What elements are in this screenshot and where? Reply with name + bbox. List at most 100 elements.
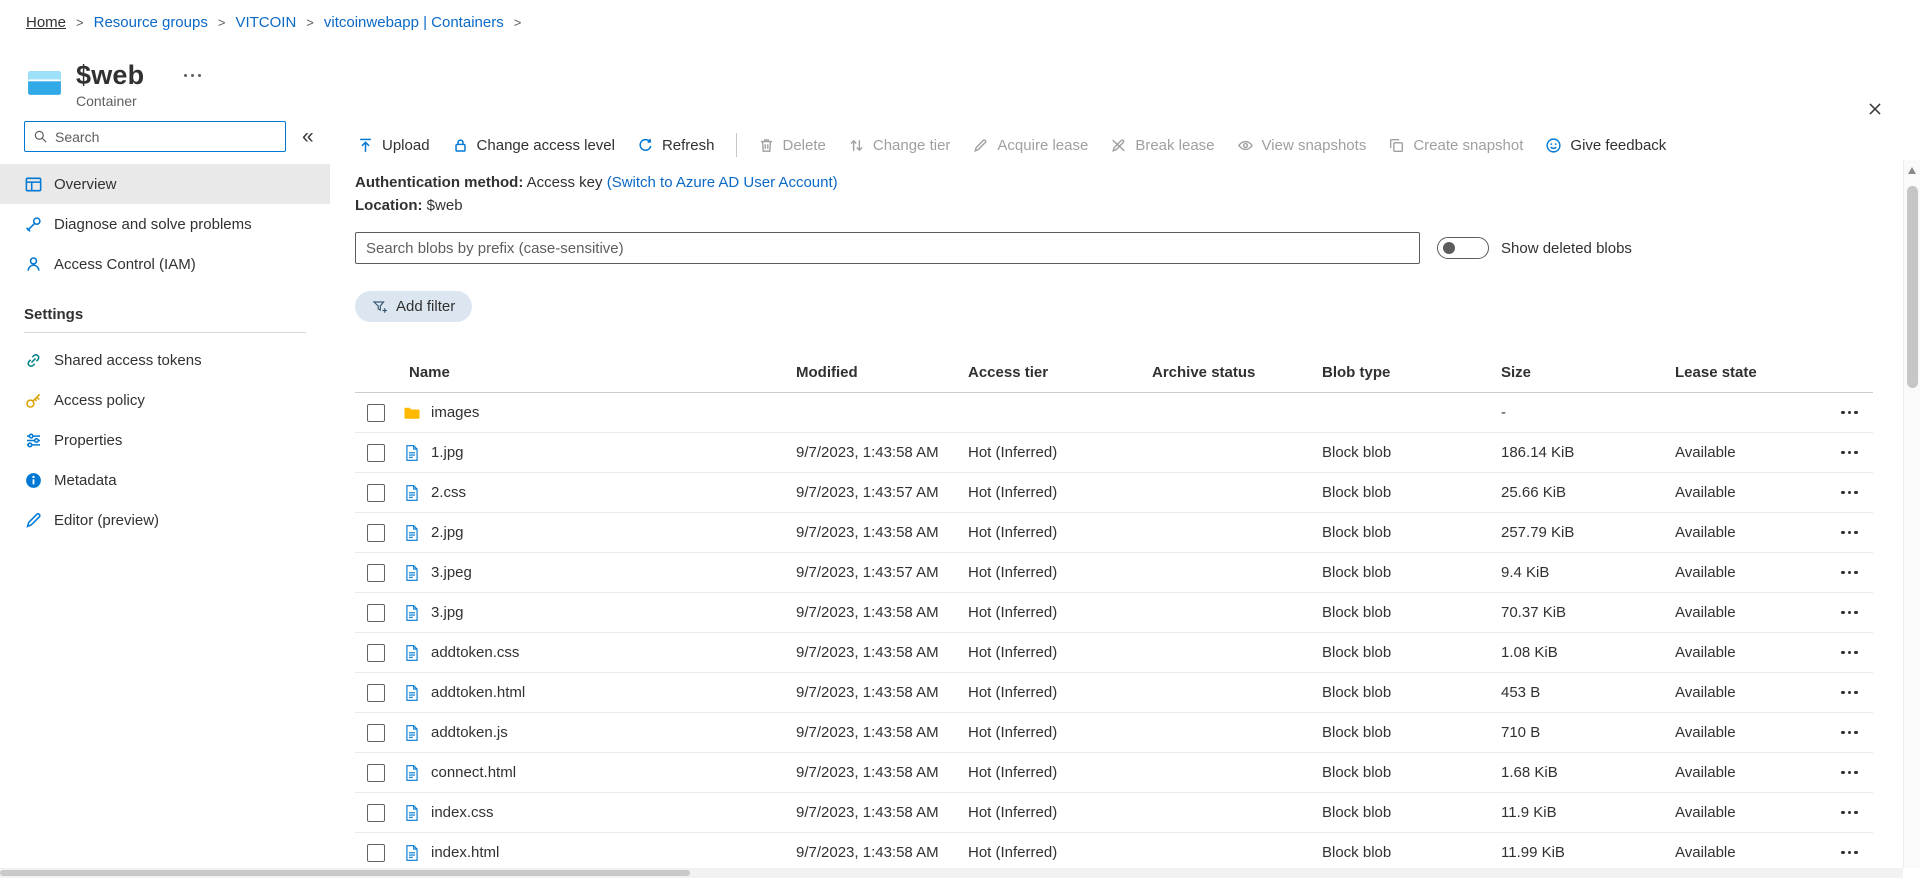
- close-icon[interactable]: [1866, 100, 1884, 121]
- breadcrumb-containers[interactable]: vitcoinwebapp | Containers: [324, 14, 504, 31]
- row-checkbox[interactable]: [367, 563, 385, 582]
- main-content: Upload Change access level Refresh Delet…: [330, 121, 1920, 873]
- add-filter-button[interactable]: Add filter: [355, 291, 473, 322]
- blob-name-link[interactable]: connect.html: [431, 764, 516, 781]
- vertical-scrollbar[interactable]: [1903, 160, 1920, 868]
- sidebar-item-properties[interactable]: Properties: [0, 420, 330, 460]
- horizontal-scrollbar-thumb[interactable]: [0, 870, 690, 876]
- blob-search-input[interactable]: [355, 232, 1420, 264]
- blob-name-link[interactable]: 3.jpeg: [431, 564, 472, 581]
- table-row[interactable]: images -: [355, 393, 1873, 433]
- breadcrumb-resource-groups[interactable]: Resource groups: [94, 14, 208, 31]
- blob-name-link[interactable]: addtoken.html: [431, 684, 525, 701]
- row-menu-icon[interactable]: [1825, 723, 1864, 743]
- row-menu-icon[interactable]: [1825, 643, 1864, 663]
- row-menu-icon[interactable]: [1825, 443, 1864, 463]
- sidebar-nav: Overview Diagnose and solve problems Acc…: [0, 164, 330, 284]
- sidebar-search-input[interactable]: [55, 128, 279, 145]
- break-lease-button: Break lease: [1099, 131, 1225, 160]
- sidebar-item-access-policy[interactable]: Access policy: [0, 380, 330, 420]
- blob-name-link[interactable]: index.html: [431, 844, 499, 861]
- blob-name-link[interactable]: 3.jpg: [431, 604, 464, 621]
- blob-name-link[interactable]: addtoken.css: [431, 644, 519, 661]
- cell-size: 70.37 KiB: [1501, 604, 1567, 621]
- blob-name-link[interactable]: images: [431, 404, 479, 421]
- row-checkbox[interactable]: [367, 523, 385, 542]
- sidebar-item-metadata[interactable]: Metadata: [0, 460, 330, 500]
- add-filter-icon: [372, 299, 388, 315]
- table-row[interactable]: addtoken.js 9/7/2023, 1:43:58 AM Hot (In…: [355, 713, 1873, 753]
- cell-size: 11.9 KiB: [1501, 804, 1557, 821]
- cell-lease-state: Available: [1675, 724, 1736, 741]
- sidebar-item-editor-preview[interactable]: Editor (preview): [0, 500, 330, 540]
- vertical-scrollbar-thumb[interactable]: [1906, 186, 1918, 388]
- table-row[interactable]: 2.jpg 9/7/2023, 1:43:58 AM Hot (Inferred…: [355, 513, 1873, 553]
- cell-blob-type: Block blob: [1322, 804, 1392, 821]
- sidebar-item-shared-access-tokens[interactable]: Shared access tokens: [0, 340, 330, 380]
- blob-name-link[interactable]: 1.jpg: [431, 444, 464, 461]
- sidebar-item-diagnose[interactable]: Diagnose and solve problems: [0, 204, 330, 244]
- cell-modified: 9/7/2023, 1:43:57 AM: [796, 484, 939, 501]
- blob-name-link[interactable]: 2.css: [431, 484, 466, 501]
- cell-modified: 9/7/2023, 1:43:58 AM: [796, 604, 939, 621]
- row-checkbox[interactable]: [367, 643, 385, 662]
- toolbar-divider: [735, 133, 737, 157]
- row-menu-icon[interactable]: [1825, 683, 1864, 703]
- row-menu-icon[interactable]: [1825, 843, 1864, 863]
- cell-blob-type: Block blob: [1322, 684, 1392, 701]
- page-header: $web Container: [0, 44, 1920, 115]
- sidebar-collapse-button[interactable]: «: [302, 126, 314, 147]
- row-checkbox[interactable]: [367, 763, 385, 782]
- column-header-name: Name: [409, 364, 450, 381]
- horizontal-scrollbar[interactable]: [0, 868, 1903, 878]
- row-checkbox[interactable]: [367, 843, 385, 862]
- upload-button[interactable]: Upload: [355, 131, 441, 160]
- change-access-level-button[interactable]: Change access level: [441, 131, 626, 160]
- blob-name-link[interactable]: addtoken.js: [431, 724, 508, 741]
- table-row[interactable]: addtoken.html 9/7/2023, 1:43:58 AM Hot (…: [355, 673, 1873, 713]
- table-row[interactable]: index.css 9/7/2023, 1:43:58 AM Hot (Infe…: [355, 793, 1873, 833]
- give-feedback-button[interactable]: Give feedback: [1534, 131, 1677, 160]
- row-menu-icon[interactable]: [1825, 483, 1864, 503]
- breadcrumb-vitcoin[interactable]: VITCOIN: [235, 14, 296, 31]
- row-checkbox[interactable]: [367, 803, 385, 822]
- table-row[interactable]: 3.jpeg 9/7/2023, 1:43:57 AM Hot (Inferre…: [355, 553, 1873, 593]
- table-row[interactable]: 2.css 9/7/2023, 1:43:57 AM Hot (Inferred…: [355, 473, 1873, 513]
- breadcrumb-home[interactable]: Home: [26, 14, 66, 31]
- row-checkbox[interactable]: [367, 403, 385, 422]
- switch-auth-link[interactable]: (Switch to Azure AD User Account): [607, 174, 838, 191]
- show-deleted-toggle[interactable]: [1437, 237, 1489, 259]
- row-menu-icon[interactable]: [1825, 603, 1864, 623]
- row-menu-icon[interactable]: [1825, 403, 1864, 423]
- table-row[interactable]: index.html 9/7/2023, 1:43:58 AM Hot (Inf…: [355, 833, 1873, 873]
- table-row[interactable]: 1.jpg 9/7/2023, 1:43:58 AM Hot (Inferred…: [355, 433, 1873, 473]
- row-checkbox[interactable]: [367, 443, 385, 462]
- row-checkbox[interactable]: [367, 683, 385, 702]
- blob-name-link[interactable]: 2.jpg: [431, 524, 464, 541]
- row-menu-icon[interactable]: [1825, 803, 1864, 823]
- cell-access-tier: Hot (Inferred): [968, 844, 1058, 861]
- row-menu-icon[interactable]: [1825, 563, 1864, 583]
- row-checkbox[interactable]: [367, 603, 385, 622]
- blob-name-link[interactable]: index.css: [431, 804, 494, 821]
- sidebar-item-overview[interactable]: Overview: [0, 164, 330, 204]
- more-options-icon[interactable]: [180, 70, 205, 81]
- row-checkbox[interactable]: [367, 723, 385, 742]
- table-row[interactable]: addtoken.css 9/7/2023, 1:43:58 AM Hot (I…: [355, 633, 1873, 673]
- cell-lease-state: Available: [1675, 564, 1736, 581]
- row-menu-icon[interactable]: [1825, 523, 1864, 543]
- cell-size: 453 B: [1501, 684, 1541, 701]
- row-checkbox[interactable]: [367, 483, 385, 502]
- table-row[interactable]: connect.html 9/7/2023, 1:43:58 AM Hot (I…: [355, 753, 1873, 793]
- refresh-button[interactable]: Refresh: [626, 131, 726, 160]
- cell-size: 186.14 KiB: [1501, 444, 1575, 461]
- table-row[interactable]: 3.jpg 9/7/2023, 1:43:58 AM Hot (Inferred…: [355, 593, 1873, 633]
- sidebar-item-access-control-iam[interactable]: Access Control (IAM): [0, 244, 330, 284]
- give-feedback-label: Give feedback: [1570, 136, 1667, 154]
- breadcrumb-separator: >: [513, 14, 522, 30]
- view-snapshots-eye-icon: [1237, 137, 1254, 154]
- cell-size: 9.4 KiB: [1501, 564, 1550, 581]
- row-menu-icon[interactable]: [1825, 763, 1864, 783]
- column-header-archive-status: Archive status: [1152, 364, 1256, 381]
- scroll-up-arrow-icon[interactable]: [1908, 167, 1916, 174]
